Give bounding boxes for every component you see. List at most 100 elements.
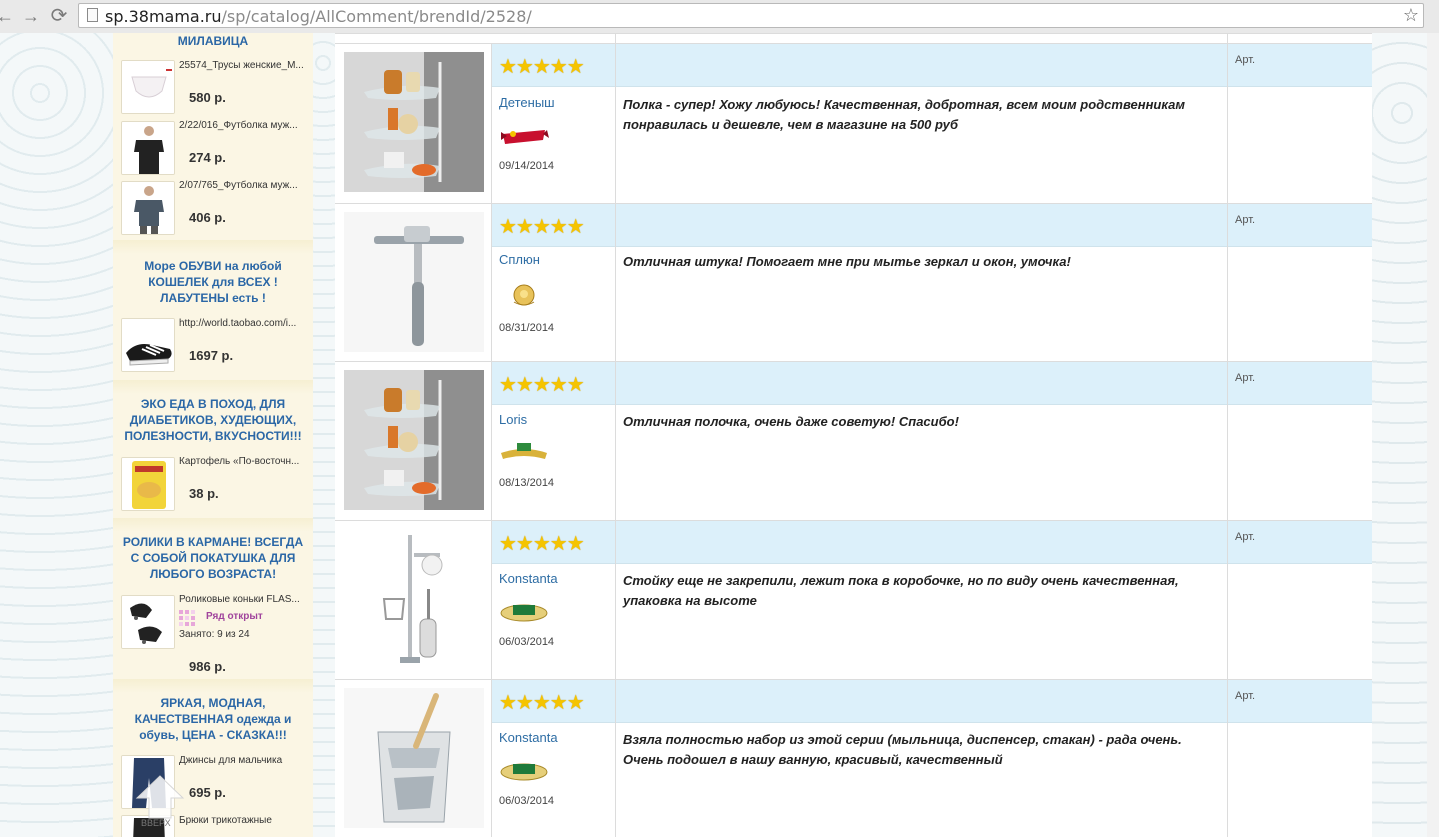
sidebar-block-title[interactable]: МИЛАВИЦА (113, 33, 313, 49)
product-thumbnail[interactable] (121, 181, 175, 235)
column-divider (1227, 33, 1228, 43)
product-name[interactable]: 25574_Трусы женские_М... (179, 60, 311, 71)
review-date: 06/03/2014 (499, 795, 555, 807)
product-price: 695 р. (189, 785, 226, 800)
column-divider (615, 680, 616, 837)
product-image[interactable] (344, 529, 484, 669)
product-price: 274 р. (189, 150, 226, 165)
title-line: ЛАБУТЕНЫ есть ! (160, 291, 266, 305)
product-name[interactable]: http://world.taobao.com/i... (179, 318, 311, 329)
review-row: ★★★★★ Арт. Konstanta 06/03/2014 Взяла по… (335, 680, 1372, 837)
column-divider (615, 44, 616, 203)
title-line: С СОБОЙ ПОКАТУШКА ДЛЯ (130, 551, 296, 565)
product-name[interactable]: Картофель «По-восточн... (179, 456, 311, 467)
product-price: 580 р. (189, 90, 226, 105)
title-line: ДИАБЕТИКОВ, ХУДЕЮЩИХ, (129, 413, 297, 427)
review-text: Стойку еще не закрепили, лежит пока в ко… (623, 573, 1179, 608)
page-scrollbar[interactable] (1427, 33, 1439, 837)
page-icon (87, 8, 98, 22)
sidebar-block-title[interactable]: ЯРКАЯ, МОДНАЯ, КАЧЕСТВЕННАЯ одежда и обу… (113, 695, 313, 743)
product-thumbnail[interactable] (121, 318, 175, 372)
product-image-cell[interactable] (335, 680, 492, 837)
review-row: ★★★★★ Арт. Детеныш 09/14/2014 Полка - су… (335, 44, 1372, 203)
product-name[interactable]: 2/22/016_Футболка муж... (179, 120, 311, 131)
sidebar-block-title[interactable]: Море ОБУВИ на любой КОШЕЛЕК для ВСЕХ ! Л… (113, 258, 313, 306)
row-divider (335, 33, 1372, 34)
review-row: ★★★★★ Арт. Konstanta 06/03/2014 Стойку е… (335, 521, 1372, 679)
product-thumbnail[interactable] (121, 121, 175, 175)
rating-stars: ★★★★★ (499, 533, 585, 555)
column-divider (615, 204, 616, 361)
product-name[interactable]: Джинсы для мальчика (179, 755, 311, 766)
product-name[interactable]: Брюки трикотажные (179, 815, 311, 826)
product-price: 1697 р. (189, 348, 234, 363)
vip-badge-icon (499, 758, 549, 781)
vip-badge-icon (499, 599, 549, 622)
title-line: ПОЛЕЗНОСТИ, ВКУСНОСТИ!!! (124, 429, 302, 443)
reviewer-name[interactable]: Детеныш (499, 95, 555, 110)
sidebar-block-title[interactable]: РОЛИКИ В КАРМАНЕ! ВСЕГДА С СОБОЙ ПОКАТУШ… (113, 534, 313, 582)
review-date: 08/31/2014 (499, 322, 555, 334)
reload-icon[interactable]: ⟳ (48, 5, 70, 27)
reviews-table: ★★★★★ Арт. Детеныш 09/14/2014 Полка - су… (335, 33, 1372, 837)
user-rank-badge-icon (499, 441, 549, 463)
product-image[interactable] (344, 52, 484, 192)
review-text: Отличная полочка, очень даже советую! Сп… (623, 414, 959, 429)
rating-stars: ★★★★★ (499, 692, 585, 714)
column-divider (1227, 680, 1228, 837)
product-name[interactable]: Роликовые коньки FLAS... (179, 594, 311, 605)
product-image[interactable] (344, 688, 484, 828)
title-line: обувь, ЦЕНА - СКАЗКА!!! (139, 728, 287, 742)
browser-toolbar: ← → ⟳ sp.38mama.ru/sp/catalog/AllComment… (0, 0, 1439, 34)
reviewer-name[interactable]: Loris (499, 412, 527, 427)
review-date: 09/14/2014 (499, 160, 555, 172)
scroll-to-top-button[interactable]: ВВЕРХ (133, 772, 187, 832)
review-date: 06/03/2014 (499, 636, 555, 648)
grid-icon (179, 610, 195, 626)
article-label: Арт. (1235, 531, 1256, 543)
review-date: 08/13/2014 (499, 477, 555, 489)
back-icon[interactable]: ← (0, 5, 16, 27)
background-pattern-mid (313, 33, 335, 837)
reviewer-name[interactable]: Сплюн (499, 252, 540, 267)
product-thumbnail[interactable] (121, 595, 175, 649)
user-rank-badge-icon (499, 282, 549, 306)
rating-stars: ★★★★★ (499, 374, 585, 396)
address-bar[interactable]: sp.38mama.ru/sp/catalog/AllComment/brend… (78, 3, 1424, 28)
article-label: Арт. (1235, 54, 1256, 66)
product-image-cell[interactable] (335, 204, 492, 361)
background-pattern-left (0, 33, 113, 837)
user-rank-badge-icon (499, 126, 549, 148)
product-thumbnail[interactable] (121, 60, 175, 114)
column-divider (1227, 204, 1228, 361)
article-label: Арт. (1235, 372, 1256, 384)
title-line: ЯРКАЯ, МОДНАЯ, (160, 696, 266, 710)
reviewer-name[interactable]: Konstanta (499, 730, 558, 745)
row-status: Ряд открыт (206, 611, 263, 622)
product-image-cell[interactable] (335, 362, 492, 520)
product-image-cell[interactable] (335, 521, 492, 679)
title-line: КАЧЕСТВЕННАЯ одежда и (134, 712, 292, 726)
reviewer-name[interactable]: Konstanta (499, 571, 558, 586)
product-name[interactable]: 2/07/765_Футболка муж... (179, 180, 311, 191)
occupancy-text: Занято: 9 из 24 (179, 629, 250, 640)
review-row: ★★★★★ Арт. Сплюн 08/31/2014 Отличная шту… (335, 204, 1372, 361)
sidebar-separator (113, 380, 313, 394)
title-line: Море ОБУВИ на любой (144, 259, 282, 273)
forward-icon[interactable]: → (20, 5, 42, 27)
bookmark-star-icon[interactable]: ☆ (1403, 5, 1419, 26)
rating-stars: ★★★★★ (499, 56, 585, 78)
product-image-cell[interactable] (335, 44, 492, 203)
sidebar-block-title[interactable]: ЭКО ЕДА В ПОХОД, ДЛЯ ДИАБЕТИКОВ, ХУДЕЮЩИ… (113, 396, 313, 444)
product-price: 986 р. (189, 659, 226, 674)
column-divider (1227, 362, 1228, 520)
product-image[interactable] (344, 212, 484, 352)
product-thumbnail[interactable] (121, 457, 175, 511)
column-divider (1227, 44, 1228, 203)
rating-stars: ★★★★★ (499, 216, 585, 238)
title-line: КОШЕЛЕК для ВСЕХ ! (148, 275, 278, 289)
product-price: 406 р. (189, 210, 226, 225)
article-label: Арт. (1235, 214, 1256, 226)
product-image[interactable] (344, 370, 484, 510)
title-line: РОЛИКИ В КАРМАНЕ! ВСЕГДА (122, 535, 304, 549)
